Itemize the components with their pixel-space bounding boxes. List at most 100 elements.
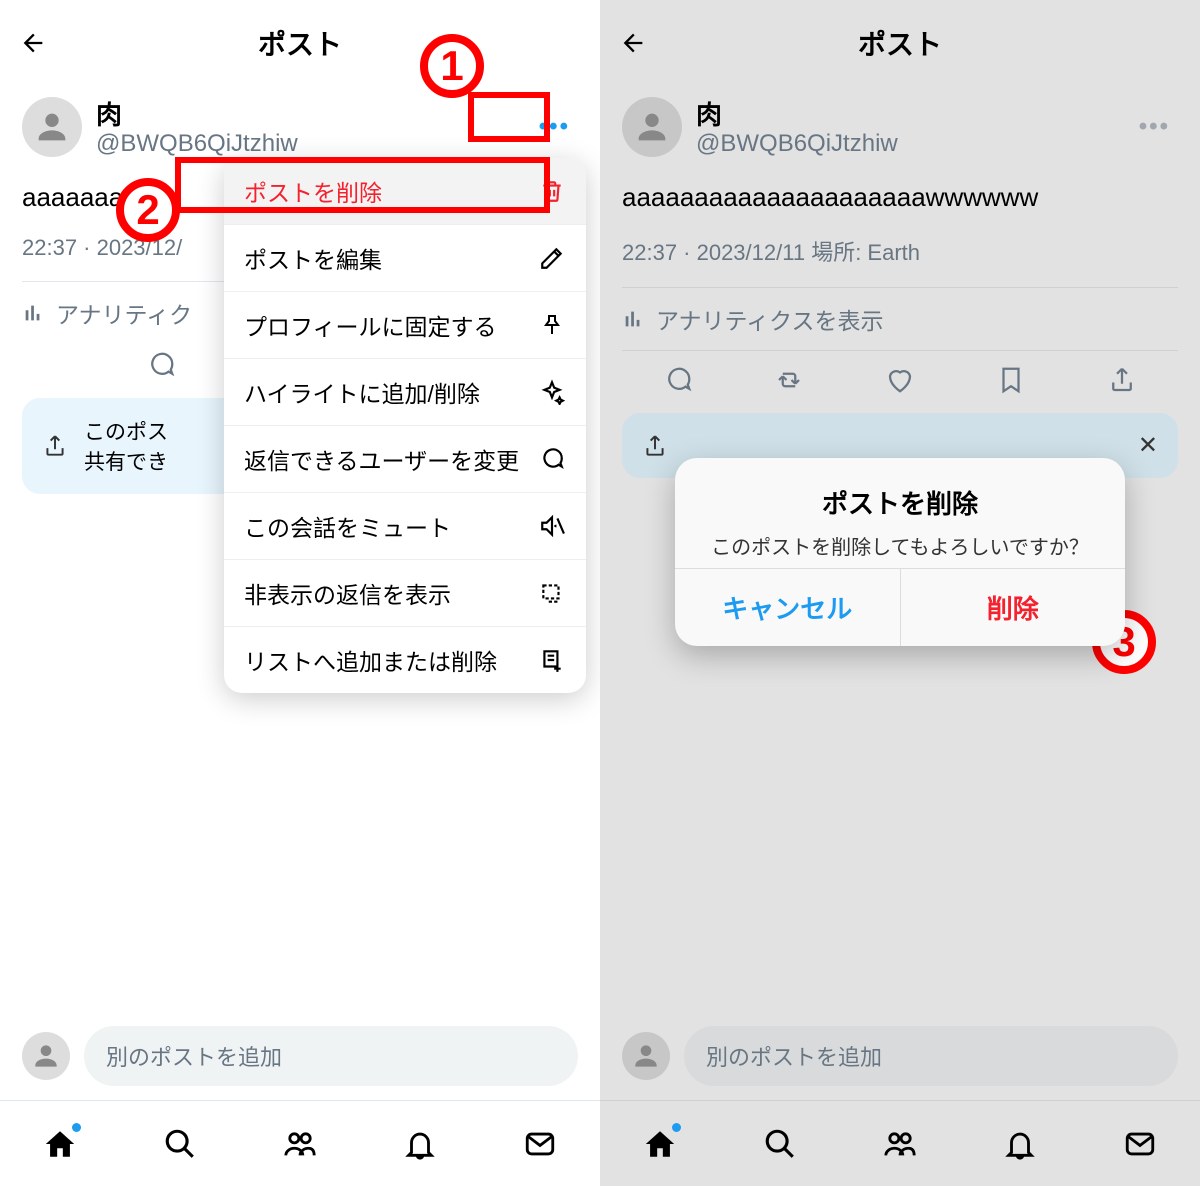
- promo-text: このポス 共有でき: [84, 416, 168, 476]
- analytics-icon: [22, 302, 44, 324]
- nav-communities[interactable]: [283, 1127, 317, 1161]
- share-icon[interactable]: [1107, 365, 1137, 395]
- like-icon[interactable]: [885, 365, 915, 395]
- people-icon: [283, 1127, 317, 1161]
- analytics-link[interactable]: アナリティクスを表示: [600, 288, 1200, 350]
- action-bar: [600, 351, 1200, 413]
- arrow-left-icon: [19, 29, 47, 57]
- nav-communities[interactable]: [883, 1127, 917, 1161]
- menu-pin[interactable]: プロフィールに固定する: [224, 292, 586, 359]
- menu-item-label: 非表示の返信を表示: [244, 576, 524, 610]
- promo-line1: このポス: [84, 416, 168, 446]
- reply-icon[interactable]: [663, 365, 693, 395]
- envelope-icon: [1123, 1127, 1157, 1161]
- avatar[interactable]: [22, 97, 82, 157]
- post-header: 肉 @BWQB6QiJtzhiw •••: [600, 85, 1200, 158]
- annotation-1: 1: [420, 34, 484, 98]
- home-icon: [43, 1127, 77, 1161]
- dialog-delete-button[interactable]: 削除: [901, 569, 1126, 646]
- menu-edit[interactable]: ポストを編集: [224, 225, 586, 292]
- user-name[interactable]: 肉: [696, 95, 1131, 132]
- post-meta: 22:37 · 2023/12/11 場所: Earth: [600, 213, 1200, 267]
- close-icon[interactable]: ✕: [1138, 431, 1158, 460]
- menu-item-label: ポストを編集: [244, 241, 524, 275]
- user-block: 肉 @BWQB6QiJtzhiw: [696, 95, 1131, 158]
- dialog-title: ポストを削除: [695, 484, 1105, 521]
- page-title: ポスト: [858, 23, 942, 63]
- menu-change-reply[interactable]: 返信できるユーザーを変更: [224, 426, 586, 493]
- menu-list[interactable]: リストへ追加または削除: [224, 627, 586, 693]
- person-icon: [630, 1040, 662, 1072]
- nav-notifications[interactable]: [1003, 1127, 1037, 1161]
- reply-icon[interactable]: [146, 350, 176, 380]
- add-post-input[interactable]: 別のポストを追加: [684, 1026, 1178, 1086]
- nav-home[interactable]: [643, 1127, 677, 1161]
- left-panel: ポスト 肉 @BWQB6QiJtzhiw ••• aaaaaaaa 22:37 …: [0, 0, 600, 1186]
- bell-icon: [403, 1127, 437, 1161]
- search-icon: [763, 1127, 797, 1161]
- add-post-bar: 別のポストを追加: [0, 1016, 600, 1100]
- nav-notifications[interactable]: [403, 1127, 437, 1161]
- menu-item-label: プロフィールに固定する: [244, 308, 524, 342]
- home-icon: [643, 1127, 677, 1161]
- pin-icon: [538, 311, 566, 339]
- menu-item-label: 返信できるユーザーを変更: [244, 442, 524, 476]
- search-icon: [163, 1127, 197, 1161]
- menu-item-label: ハイライトに追加/削除: [244, 375, 524, 409]
- add-post-input[interactable]: 別のポストを追加: [84, 1026, 578, 1086]
- annotation-box-2: [175, 157, 550, 213]
- post-menu: ポストを削除 ポストを編集 プロフィールに固定する ハイライトに追加/削除 返信…: [224, 158, 586, 693]
- delete-dialog: ポストを削除 このポストを削除してもよろしいですか？ キャンセル 削除: [675, 458, 1125, 646]
- sparkle-icon: [538, 378, 566, 406]
- right-panel: ポスト 肉 @BWQB6QiJtzhiw ••• aaaaaaaaaaaaaaa…: [600, 0, 1200, 1186]
- person-icon: [632, 107, 672, 147]
- user-name[interactable]: 肉: [96, 95, 531, 132]
- notification-dot: [672, 1123, 681, 1132]
- list-add-icon: [538, 646, 566, 674]
- menu-highlight[interactable]: ハイライトに追加/削除: [224, 359, 586, 426]
- bell-icon: [1003, 1127, 1037, 1161]
- user-handle[interactable]: @BWQB6QiJtzhiw: [696, 130, 1131, 158]
- menu-hidden-replies[interactable]: 非表示の返信を表示: [224, 560, 586, 627]
- more-button[interactable]: •••: [1131, 107, 1178, 147]
- back-button[interactable]: [18, 28, 48, 58]
- nav-messages[interactable]: [523, 1127, 557, 1161]
- avatar[interactable]: [622, 97, 682, 157]
- person-icon: [32, 107, 72, 147]
- envelope-icon: [523, 1127, 557, 1161]
- user-block: 肉 @BWQB6QiJtzhiw: [96, 95, 531, 158]
- menu-item-label: この会話をミュート: [244, 509, 524, 543]
- person-icon: [30, 1040, 62, 1072]
- header: ポスト: [0, 0, 600, 85]
- nav-search[interactable]: [163, 1127, 197, 1161]
- analytics-icon: [622, 308, 644, 330]
- dialog-header: ポストを削除 このポストを削除してもよろしいですか？: [675, 458, 1125, 568]
- menu-mute[interactable]: この会話をミュート: [224, 493, 586, 560]
- nav-home[interactable]: [43, 1127, 77, 1161]
- pencil-icon: [538, 244, 566, 272]
- user-handle[interactable]: @BWQB6QiJtzhiw: [96, 130, 531, 158]
- dialog-cancel-button[interactable]: キャンセル: [675, 569, 901, 646]
- avatar-small[interactable]: [622, 1032, 670, 1080]
- notification-dot: [72, 1123, 81, 1132]
- analytics-label: アナリティクスを表示: [656, 302, 883, 336]
- avatar-small[interactable]: [22, 1032, 70, 1080]
- annotation-box-1: [468, 92, 550, 142]
- dialog-buttons: キャンセル 削除: [675, 568, 1125, 646]
- nav-search[interactable]: [763, 1127, 797, 1161]
- share-out-icon: [42, 433, 68, 459]
- bookmark-icon[interactable]: [996, 365, 1026, 395]
- back-button[interactable]: [618, 28, 648, 58]
- post-body: aaaaaaaaaaaaaaaaaaaaawwwwww: [600, 158, 1200, 213]
- dialog-message: このポストを削除してもよろしいですか？: [695, 531, 1105, 560]
- promo-line2: 共有でき: [84, 446, 168, 476]
- menu-item-label: リストへ追加または削除: [244, 643, 524, 677]
- speech-icon: [538, 445, 566, 473]
- nav-messages[interactable]: [1123, 1127, 1157, 1161]
- bottom-nav: [600, 1100, 1200, 1186]
- people-icon: [883, 1127, 917, 1161]
- arrow-left-icon: [619, 29, 647, 57]
- analytics-label: アナリティク: [56, 296, 192, 330]
- share-out-icon: [642, 433, 668, 459]
- retweet-icon[interactable]: [774, 365, 804, 395]
